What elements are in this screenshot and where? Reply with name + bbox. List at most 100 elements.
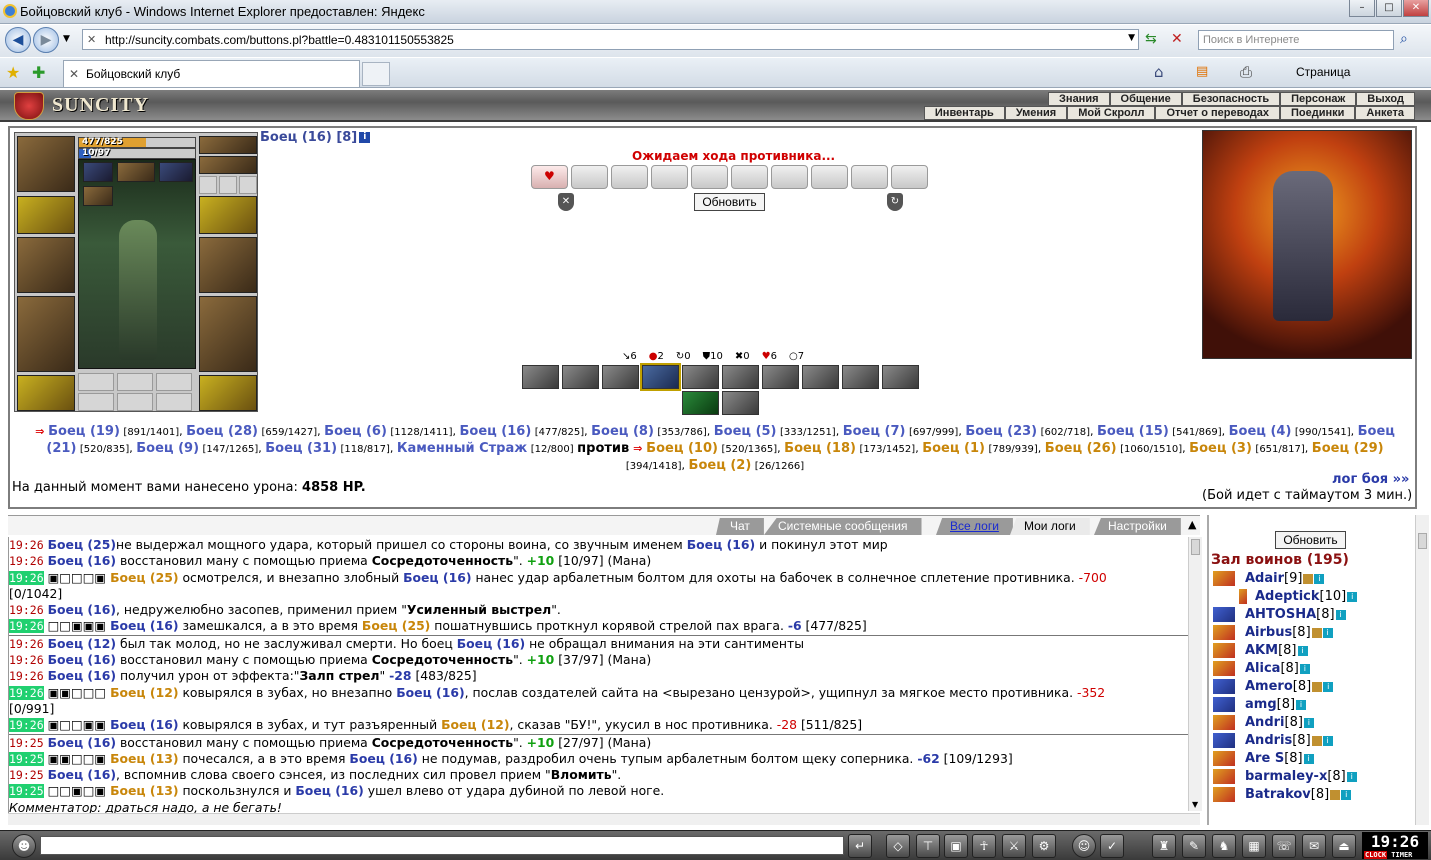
ring-slot[interactable] [199, 176, 217, 194]
menu-item[interactable]: Персонаж [1280, 92, 1357, 106]
fighter-name[interactable]: Боец (15) [1097, 424, 1169, 439]
send-icon[interactable]: ↵ [848, 834, 872, 858]
spell-slot-heart[interactable]: ♥ [531, 165, 568, 189]
smiley-button[interactable]: ☻ [12, 834, 36, 858]
minimize-button[interactable]: – [1349, 0, 1375, 17]
player-name[interactable]: Andris [1245, 733, 1292, 748]
technique-button[interactable] [882, 365, 919, 389]
armor-slot[interactable] [17, 296, 75, 372]
log-fighter-name[interactable]: Боец (16) [687, 537, 755, 552]
search-icon[interactable]: ⌕ [1400, 31, 1422, 51]
fighter-name[interactable]: Боец (26) [1045, 441, 1117, 456]
refresh-icon[interactable]: ⇆ [1145, 31, 1165, 51]
menu-item[interactable]: Выход [1356, 92, 1415, 106]
close-window-button[interactable]: ✕ [1403, 0, 1429, 17]
info-icon[interactable]: i [1335, 609, 1346, 620]
log-fighter-name[interactable]: Боец (16) [48, 767, 116, 782]
info-icon[interactable]: i [1303, 717, 1314, 728]
menu-item[interactable]: Инвентарь [923, 106, 1005, 120]
log-fighter-name[interactable]: Боец (16) [110, 717, 178, 732]
rune-slot[interactable] [117, 373, 153, 391]
technique-button[interactable] [722, 391, 759, 415]
quest-icon[interactable]: ✎ [1182, 834, 1206, 858]
log-fighter-name[interactable]: Боец (16) [48, 735, 116, 750]
log-scrollbar[interactable]: ▼ [1188, 537, 1202, 811]
player-name[interactable]: amg [1245, 697, 1277, 712]
fighter-name[interactable]: Боец (7) [843, 424, 906, 439]
amulet-slot[interactable] [199, 156, 257, 174]
player-row[interactable]: barmaley-x[8] i [1213, 769, 1357, 787]
mail-icon[interactable]: ✉ [1302, 834, 1326, 858]
info-icon[interactable]: i [1322, 735, 1333, 746]
room-scroll-thumb[interactable] [1418, 533, 1427, 549]
player-row[interactable]: Andris[8] i [1213, 733, 1333, 751]
player-row[interactable]: AKM[8] i [1213, 643, 1308, 661]
log-fighter-name[interactable]: Боец (25) [362, 618, 430, 633]
refresh-room-button[interactable]: Обновить [1275, 531, 1346, 549]
tab-chat[interactable]: Чат [716, 518, 764, 535]
shield-left-icon[interactable]: ✕ [558, 193, 574, 211]
player-row[interactable]: Alica[8] i [1213, 661, 1310, 679]
log-fighter-name[interactable]: Боец (16) [403, 570, 471, 585]
effect-icon[interactable] [83, 186, 113, 206]
shield-slot[interactable] [199, 237, 257, 293]
technique-button[interactable] [682, 391, 719, 415]
log-fighter-name[interactable]: Боец (25) [48, 537, 116, 552]
spell-slot[interactable] [771, 165, 808, 189]
forward-button[interactable]: ▶ [33, 27, 59, 53]
spell-slot[interactable] [731, 165, 768, 189]
spell-slot[interactable] [571, 165, 608, 189]
spell-slot[interactable] [691, 165, 728, 189]
technique-button[interactable] [522, 365, 559, 389]
log-fighter-name[interactable]: Боец (16) [48, 553, 116, 568]
info-icon[interactable]: i [359, 132, 371, 143]
technique-button[interactable] [682, 365, 719, 389]
menu-item[interactable]: Поединки [1280, 106, 1356, 120]
info-icon[interactable]: i [1322, 627, 1333, 638]
fighter-name[interactable]: Боец (4) [1229, 424, 1292, 439]
technique-button[interactable] [722, 365, 759, 389]
history-dropdown-icon[interactable]: ▼ [63, 34, 70, 44]
fighter-name[interactable]: Боец (18) [784, 441, 856, 456]
spell-slot[interactable] [891, 165, 928, 189]
technique-button[interactable] [602, 365, 639, 389]
map-icon[interactable]: ▦ [1242, 834, 1266, 858]
player-row[interactable]: AHTOSHA[8] i [1213, 607, 1346, 625]
log-fighter-name[interactable]: Боец (12) [48, 636, 116, 651]
log-fighter-name[interactable]: Боец (16) [48, 602, 116, 617]
player-name[interactable]: Are S [1245, 751, 1284, 766]
tab-my-logs[interactable]: Мои логи [1010, 518, 1090, 535]
scroll-down-icon[interactable]: ▼ [1192, 800, 1198, 809]
log-fighter-name[interactable]: Боец (13) [110, 783, 178, 798]
player-row[interactable]: Adair[9] i [1213, 571, 1325, 589]
info-icon[interactable]: i [1314, 573, 1325, 584]
player-name[interactable]: Alica [1245, 661, 1280, 676]
fighter-name[interactable]: Боец (19) [48, 424, 120, 439]
stop-icon[interactable]: ✕ [1171, 31, 1191, 51]
info-icon[interactable]: i [1346, 771, 1357, 782]
chat-input[interactable] [40, 836, 844, 855]
info-icon[interactable]: i [1341, 789, 1352, 800]
log-fighter-name[interactable]: Боец (16) [396, 685, 464, 700]
player-name[interactable]: barmaley-x [1245, 769, 1327, 784]
feeds-icon[interactable]: ▤ [1196, 64, 1208, 79]
fighter-name[interactable]: Боец (2) [689, 458, 752, 473]
friends-icon[interactable]: ☏ [1272, 834, 1296, 858]
spell-slot[interactable] [851, 165, 888, 189]
ring-slot[interactable] [239, 176, 257, 194]
info-icon[interactable]: i [1323, 681, 1334, 692]
earrings-slot[interactable] [199, 136, 257, 154]
player-name[interactable]: Adeptick [1255, 589, 1320, 604]
rune-slot[interactable] [117, 393, 153, 411]
technique-button[interactable] [802, 365, 839, 389]
leggings-slot[interactable] [199, 296, 257, 372]
info-icon[interactable]: i [1296, 699, 1307, 710]
spell-slot[interactable] [811, 165, 848, 189]
player-row[interactable]: Adeptick[10] i [1239, 589, 1358, 607]
scroll-up-icon[interactable]: ▲ [1188, 518, 1196, 531]
menu-item[interactable]: Знания [1048, 92, 1110, 106]
maximize-button[interactable]: □ [1376, 0, 1402, 17]
filter-icon[interactable]: ⊤ [916, 834, 940, 858]
log-fighter-name[interactable]: Боец (16) [110, 618, 178, 633]
bracers-slot[interactable] [199, 196, 257, 234]
